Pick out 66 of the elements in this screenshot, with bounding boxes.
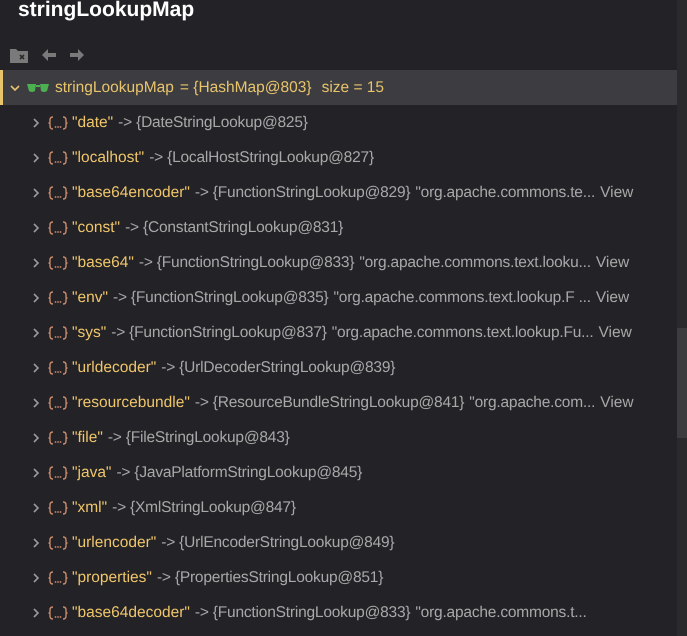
map-value: -> {JavaPlatformStringLookup@845} xyxy=(116,462,362,483)
map-key: "const" xyxy=(72,216,120,240)
value-preview: "org.apache.commons.te... xyxy=(415,182,596,203)
view-link[interactable]: View xyxy=(596,286,630,310)
map-value: -> {FunctionStringLookup@837} xyxy=(111,322,327,343)
map-key: "sys" xyxy=(72,320,106,344)
map-value: -> {UrlDecoderStringLookup@839} xyxy=(161,358,396,378)
object-icon xyxy=(48,396,68,410)
back-arrow-icon[interactable] xyxy=(42,49,56,61)
object-icon xyxy=(48,606,68,620)
map-value: -> {FunctionStringLookup@835} xyxy=(113,288,328,308)
map-key: "base64decoder" xyxy=(72,600,190,624)
value-preview: "org.apache.com... xyxy=(469,392,596,413)
variable-value: = {HashMap@803} xyxy=(180,78,312,98)
map-value: -> {PropertiesStringLookup@851} xyxy=(156,568,384,588)
object-icon xyxy=(48,186,68,200)
map-key: "file" xyxy=(72,426,103,450)
object-icon xyxy=(48,256,68,270)
view-link[interactable]: View xyxy=(600,390,634,414)
view-link[interactable]: View xyxy=(600,180,634,204)
map-key: "xml" xyxy=(72,496,108,520)
value-preview: "org.apache.commons.text.looku... xyxy=(359,252,591,273)
value-preview: "org.apache.commons.text.lookup.F ... xyxy=(333,288,591,308)
map-key: "properties" xyxy=(72,566,152,590)
object-icon xyxy=(48,290,68,304)
map-value: -> {UrlEncoderStringLookup@849} xyxy=(161,532,394,553)
view-link[interactable]: View xyxy=(596,250,630,274)
folder-close-icon[interactable] xyxy=(10,48,28,62)
size-label: size = 15 xyxy=(322,78,384,98)
map-value: -> {XmlStringLookup@847} xyxy=(112,498,296,518)
map-value: -> {ConstantStringLookup@831} xyxy=(125,218,344,238)
map-key: "resourcebundle" xyxy=(72,390,190,414)
map-key: "env" xyxy=(72,286,108,310)
map-key: "base64" xyxy=(72,250,134,274)
map-value: -> {FunctionStringLookup@833} xyxy=(194,602,410,623)
view-link[interactable]: View xyxy=(598,320,632,344)
map-value: -> {ResourceBundleStringLookup@841} xyxy=(194,392,464,413)
value-preview: "org.apache.commons.t... xyxy=(415,602,587,623)
map-value: -> {FunctionStringLookup@829} xyxy=(194,182,410,203)
map-value: -> {DateStringLookup@825} xyxy=(118,112,308,133)
object-icon xyxy=(48,150,68,164)
tree-row[interactable]: stringLookupMap = {HashMap@803} size = 15 xyxy=(0,70,677,105)
map-key: "java" xyxy=(72,460,112,484)
object-icon xyxy=(48,500,68,514)
map-value: -> {FunctionStringLookup@833} xyxy=(138,252,354,273)
object-icon xyxy=(48,326,68,340)
map-key: "urlencoder" xyxy=(72,530,156,554)
object-icon xyxy=(48,430,68,444)
map-key: "base64encoder" xyxy=(72,180,190,204)
object-icon xyxy=(48,570,68,584)
map-key: "urldecoder" xyxy=(72,356,156,380)
variable-name: stringLookupMap xyxy=(55,78,174,98)
value-preview: "org.apache.commons.text.lookup.Fu... xyxy=(332,322,594,343)
object-icon xyxy=(48,220,68,234)
object-icon xyxy=(48,466,68,480)
map-key: "localhost" xyxy=(72,146,144,170)
forward-arrow-icon[interactable] xyxy=(70,49,84,61)
glasses-icon xyxy=(27,82,49,92)
object-icon xyxy=(48,536,68,550)
map-value: -> {FileStringLookup@843} xyxy=(108,428,290,448)
object-icon xyxy=(48,116,68,130)
map-key: "date" xyxy=(72,110,114,134)
map-value: -> {LocalHostStringLookup@827} xyxy=(149,148,374,168)
object-icon xyxy=(48,360,68,374)
panel-title: stringLookupMap xyxy=(17,0,196,23)
scrollbar-thumb[interactable] xyxy=(677,328,687,438)
